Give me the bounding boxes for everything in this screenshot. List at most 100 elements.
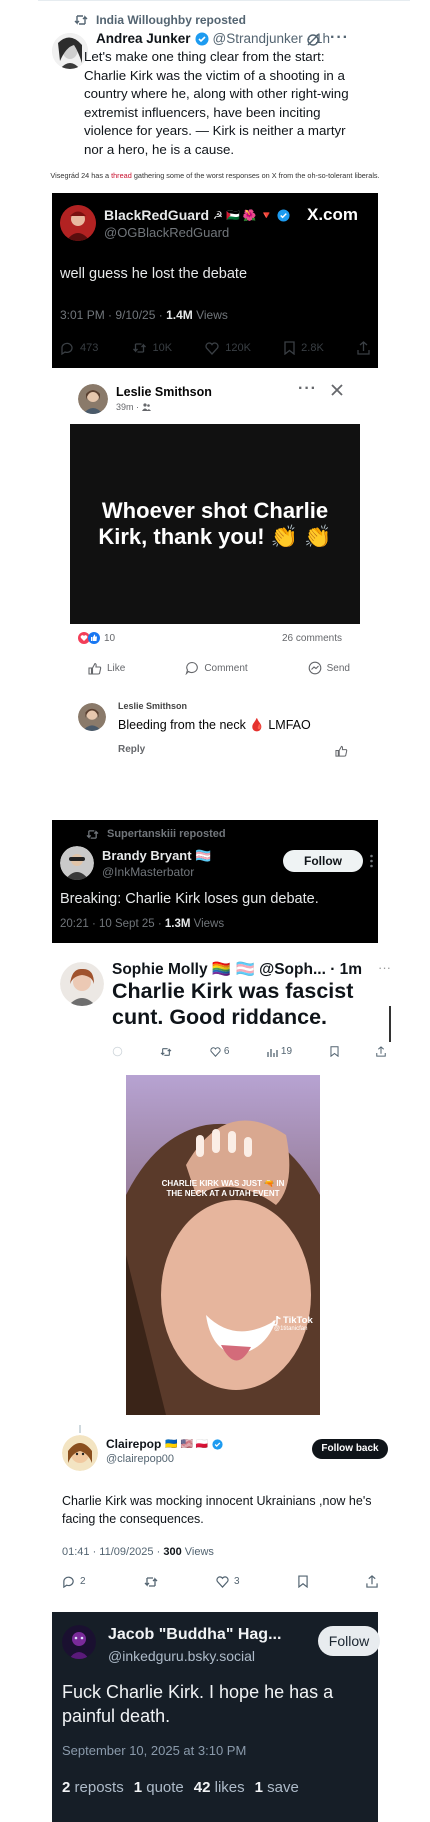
more-options-icon[interactable]: ··· [298, 380, 317, 398]
quotes-count: 1 [133, 1779, 143, 1796]
tweet-time: 01:41 · 11/09/2025 · [62, 1546, 164, 1558]
x-site-label: X.com [307, 205, 359, 224]
reply-icon[interactable] [112, 1046, 123, 1057]
more-options-icon[interactable]: ··· [330, 29, 349, 47]
reposts-label: reposts [74, 1779, 124, 1796]
tweet-header: Clairepop 🇺🇦 🇺🇸 🇵🇱 [106, 1437, 223, 1451]
reply-action[interactable]: 473 [60, 341, 98, 355]
saves-stat[interactable]: 1 save [255, 1779, 299, 1796]
avatar[interactable] [60, 205, 96, 241]
like-reaction-icon [88, 632, 100, 644]
tiktok-watermark: TikTok @1titanicfan [272, 1315, 313, 1332]
share-icon[interactable] [376, 1046, 386, 1057]
video-frame-illustration [126, 1075, 320, 1415]
tweet-text: Breaking: Charlie Kirk loses gun debate. [60, 891, 319, 907]
quotes-stat[interactable]: 1 quote [134, 1779, 184, 1796]
post-meta: 39m · [116, 402, 152, 412]
avatar[interactable] [62, 1625, 96, 1659]
tweet-time: 3:01 PM · 9/10/25 · [60, 308, 167, 322]
author-name[interactable]: Andrea Junker [96, 31, 191, 46]
comment-like-icon[interactable] [335, 745, 348, 757]
thread-line [79, 1425, 81, 1433]
comment-label: Comment [204, 662, 248, 674]
repost-icon [74, 14, 88, 26]
bookmark-action[interactable]: 2.8K [284, 341, 324, 355]
author-handle[interactable]: @Strandjunker [213, 31, 303, 46]
follow-button[interactable]: Follow [283, 850, 363, 872]
share-icon[interactable] [366, 1575, 378, 1588]
tweet-header: Andrea Junker @Strandjunker · 1h [96, 31, 396, 46]
avatar[interactable] [62, 1435, 98, 1471]
heart-icon [216, 1575, 229, 1588]
commenter-name[interactable]: Leslie Smithson [118, 701, 187, 711]
like-action[interactable]: 120K [205, 341, 251, 355]
author-handle[interactable]: @clairepop00 [106, 1453, 174, 1465]
author-name[interactable]: Brandy Bryant 🏳️‍⚧️ [102, 848, 211, 864]
avatar[interactable] [60, 962, 104, 1006]
reply-count: 2 [80, 1576, 86, 1587]
messenger-icon [308, 661, 322, 675]
post-time: 39m · [116, 402, 140, 412]
share-icon[interactable] [357, 341, 370, 355]
verified-badge-icon [195, 32, 209, 46]
tweet-text: Charlie Kirk was fascist cunt. Good ridd… [112, 979, 354, 1029]
like-action[interactable]: 6 [210, 1046, 229, 1057]
more-options-icon[interactable]: ··· [378, 960, 391, 975]
author-handle[interactable]: @inkedguru.bsky.social [108, 1648, 255, 1664]
bluesky-post-card: Jacob "Buddha" Hag... @inkedguru.bsky.so… [52, 1612, 380, 1822]
avatar[interactable] [78, 384, 108, 414]
like-count: 120K [225, 342, 251, 354]
reactions-summary[interactable]: 10 [78, 632, 115, 644]
repost-icon[interactable] [144, 1576, 158, 1588]
tiktok-label: TikTok [283, 1315, 313, 1326]
reply-count: 473 [80, 342, 99, 354]
like-button[interactable]: Like [88, 661, 125, 675]
avatar[interactable] [60, 846, 94, 880]
author-name[interactable]: BlackRedGuard [104, 207, 209, 223]
author-handle[interactable]: @OGBlackRedGuard [104, 225, 229, 240]
saves-label: save [267, 1779, 299, 1796]
follow-button[interactable]: Follow [318, 1626, 380, 1656]
comments-count[interactable]: 26 comments [282, 633, 342, 644]
repost-icon[interactable] [160, 1047, 172, 1057]
repost-icon [86, 829, 99, 840]
action-bar: 6 19 [112, 1046, 386, 1057]
comment-button[interactable]: Comment [185, 661, 248, 675]
follow-back-button[interactable]: Follow back [312, 1439, 388, 1459]
repost-action[interactable]: 10K [132, 342, 172, 354]
scroll-indicator[interactable] [389, 1006, 391, 1042]
bookmark-icon[interactable] [298, 1575, 308, 1588]
send-button[interactable]: Send [308, 661, 350, 675]
repost-indicator: India Willoughby reposted [74, 13, 246, 27]
grok-icon[interactable] [306, 33, 320, 47]
reposts-stat[interactable]: 2 reposts [62, 1779, 124, 1796]
quotes-label: quote [146, 1779, 184, 1796]
bookmark-icon[interactable] [329, 1046, 339, 1057]
thread-link[interactable]: thread [111, 171, 132, 180]
author-handle[interactable]: @InkMasterbator [102, 865, 194, 879]
tweet-time: 20:21 · 10 Sept 25 · [60, 918, 165, 930]
post-image[interactable]: Whoever shot Charlie Kirk, thank you! 👏 … [70, 424, 360, 624]
reply-link[interactable]: Reply [118, 744, 145, 755]
views-action[interactable]: 19 [267, 1046, 292, 1057]
friends-audience-icon [142, 403, 152, 411]
close-icon[interactable] [330, 383, 344, 397]
author-name[interactable]: Jacob "Buddha" Hag... [108, 1626, 284, 1644]
author-name[interactable]: Leslie Smithson [116, 385, 212, 399]
avatar[interactable] [52, 33, 88, 69]
like-action[interactable]: 3 [216, 1575, 240, 1588]
repost-indicator: Supertanskiii reposted [86, 828, 226, 840]
tiktok-video-still[interactable]: CHARLIE KIRK WAS JUST 🔫 IN THE NECK AT A… [126, 1075, 320, 1415]
reply-action[interactable]: 2 [62, 1575, 86, 1588]
likes-stat[interactable]: 42 likes [194, 1779, 245, 1796]
heart-icon [210, 1046, 221, 1057]
post-action-bar: Like Comment Send [88, 661, 350, 675]
tweet-header[interactable]: Sophie Molly 🏳️‍🌈 🏳️‍⚧️ @Soph... · 1m [112, 960, 380, 979]
author-name[interactable]: Clairepop [106, 1437, 161, 1451]
reply-icon [60, 341, 74, 355]
post-time: September 10, 2025 at 3:10 PM [62, 1743, 247, 1758]
more-options-icon[interactable] [370, 854, 373, 868]
verified-badge-icon [277, 208, 290, 222]
author-emoji: ☭ 🇵🇸 🌺 🔻 [213, 209, 274, 222]
commenter-avatar[interactable] [78, 703, 106, 731]
